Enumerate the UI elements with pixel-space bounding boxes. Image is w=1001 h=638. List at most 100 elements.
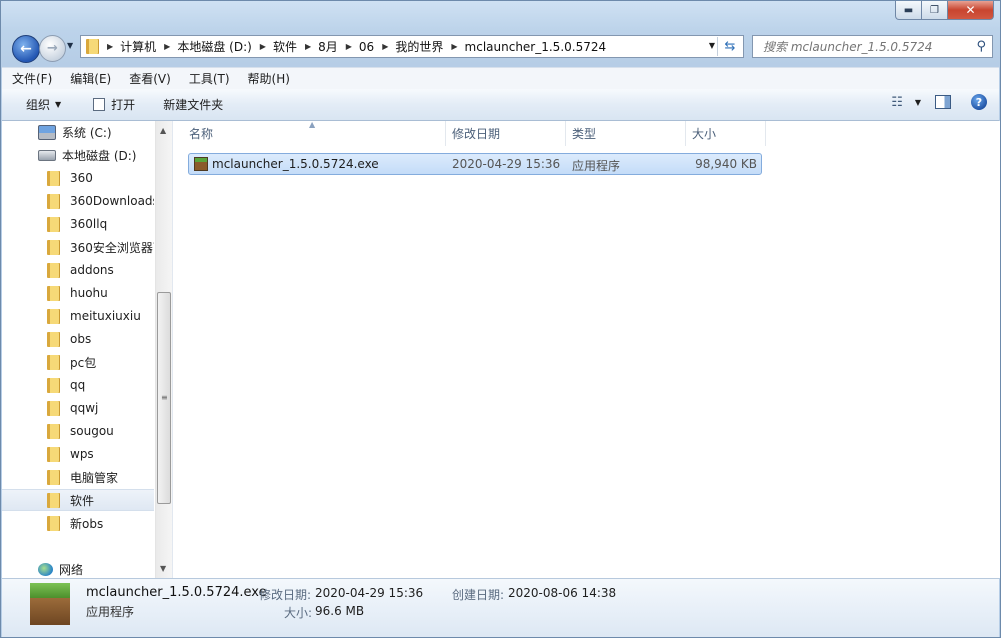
search-icon[interactable]: ⚲ — [976, 39, 986, 54]
folder-icon — [47, 492, 60, 508]
chevron-right-icon[interactable]: ▶ — [107, 42, 113, 51]
column-name-label: 名称 — [189, 127, 214, 141]
breadcrumb-mclauncher[interactable]: mclauncher_1.5.0.5724 — [465, 40, 607, 54]
folder-icon — [47, 331, 60, 347]
menu-help[interactable]: 帮助(H) — [240, 70, 298, 87]
views-dropdown-icon[interactable]: ▼ — [915, 98, 921, 107]
close-button[interactable]: ✕ — [948, 1, 994, 20]
tree-item[interactable]: wps — [2, 443, 154, 465]
column-header-type[interactable]: 类型 — [566, 121, 686, 146]
tree-item[interactable]: 软件 — [2, 489, 154, 511]
chevron-right-icon[interactable]: ▶ — [346, 42, 352, 51]
menu-view[interactable]: 查看(V) — [121, 70, 179, 87]
menu-file[interactable]: 文件(F) — [4, 70, 60, 87]
address-bar[interactable]: ▶ 计算机 ▶ 本地磁盘 (D:) ▶ 软件 ▶ 8月 ▶ 06 ▶ 我的世界 … — [80, 35, 744, 58]
tree-item-label: huohu — [70, 286, 108, 300]
forward-button[interactable]: → — [39, 35, 66, 62]
scroll-up-icon[interactable]: ▲ — [160, 126, 166, 135]
column-type-label: 类型 — [572, 127, 597, 141]
tree-item[interactable]: pc包 — [2, 351, 154, 373]
tree-item-label: 360Downloads — [70, 194, 154, 208]
tree-item-label: addons — [70, 263, 114, 277]
details-file-name: mclauncher_1.5.0.5724.exe — [86, 585, 267, 600]
address-dropdown-icon[interactable]: ▼ — [709, 41, 715, 50]
chevron-right-icon[interactable]: ▶ — [305, 42, 311, 51]
back-button[interactable]: ← — [12, 35, 40, 63]
breadcrumb-minecraft[interactable]: 我的世界 — [395, 38, 443, 55]
grip-icon: ≡ — [161, 393, 168, 402]
details-modified-label: 修改日期: — [259, 588, 312, 602]
file-type: 应用程序 — [572, 159, 621, 173]
folder-icon — [47, 377, 60, 393]
folder-icon — [47, 285, 60, 301]
minimize-button[interactable]: ▬ — [895, 1, 922, 20]
tree-item[interactable]: meituxiuxiu — [2, 305, 154, 327]
menu-edit[interactable]: 编辑(E) — [62, 70, 119, 87]
column-header-name[interactable]: 名称 ▲ — [183, 120, 446, 146]
new-folder-button[interactable]: 新建文件夹 — [153, 96, 233, 113]
breadcrumb-computer[interactable]: 计算机 — [120, 38, 156, 55]
folder-icon — [47, 170, 60, 186]
tree-item[interactable]: 360安全浏览器下载 — [2, 236, 154, 258]
search-input[interactable] — [761, 38, 965, 55]
minecraft-exe-large-icon — [30, 583, 70, 625]
scrollbar-thumb[interactable]: ≡ — [157, 292, 171, 504]
scroll-down-icon[interactable]: ▼ — [160, 564, 166, 573]
tree-item[interactable]: obs — [2, 328, 154, 350]
file-list: 名称 ▲ 修改日期 类型 大小 mclauncher_1.5.0.5724.ex… — [173, 120, 1000, 578]
tree-item[interactable]: huohu — [2, 282, 154, 304]
tree-item[interactable]: 网络 — [2, 558, 154, 578]
open-label: 打开 — [111, 98, 136, 112]
arrow-right-icon: → — [47, 41, 58, 56]
navigation-scrollbar[interactable]: ▲ ≡ ▼ — [155, 121, 172, 578]
tree-item[interactable]: 360 — [2, 167, 154, 189]
folder-icon — [86, 39, 99, 54]
tree-item[interactable]: 系统 (C:) — [2, 121, 154, 143]
chevron-right-icon[interactable]: ▶ — [451, 42, 457, 51]
caption-buttons: ▬ ❐ ✕ — [895, 1, 994, 20]
tree-item[interactable]: 电脑管家 — [2, 466, 154, 488]
tree-item-label: 本地磁盘 (D:) — [62, 148, 137, 163]
help-icon[interactable]: ? — [971, 94, 987, 110]
tree-item[interactable]: 本地磁盘 (D:) — [2, 144, 154, 166]
details-pane: mclauncher_1.5.0.5724.exe 应用程序 修改日期: 202… — [2, 578, 999, 637]
folder-icon — [47, 400, 60, 416]
refresh-icon: ⇆ — [724, 39, 736, 54]
tree-item[interactable]: 360Downloads — [2, 190, 154, 212]
recent-pages-button[interactable]: ▼ — [67, 41, 73, 50]
icon-dirt-side — [30, 598, 70, 625]
chevron-right-icon[interactable]: ▶ — [260, 42, 266, 51]
menu-tools[interactable]: 工具(T) — [181, 70, 238, 87]
tree-item[interactable]: qqwj — [2, 397, 154, 419]
breadcrumb-software[interactable]: 软件 — [273, 38, 297, 55]
breadcrumb-drive-d[interactable]: 本地磁盘 (D:) — [177, 38, 251, 55]
details-created-value: 2020-08-06 14:38 — [508, 586, 617, 600]
tree-item[interactable]: 360llq — [2, 213, 154, 235]
open-button[interactable]: 打开 — [83, 96, 145, 113]
tree-item[interactable]: 新obs — [2, 512, 154, 534]
views-icon[interactable]: ☷ — [891, 95, 903, 110]
organize-button[interactable]: 组织 ▼ — [16, 96, 71, 113]
breadcrumb-06[interactable]: 06 — [359, 40, 374, 54]
maximize-button[interactable]: ❐ — [922, 1, 948, 20]
chevron-right-icon[interactable]: ▶ — [164, 42, 170, 51]
arrow-left-icon: ← — [20, 41, 32, 57]
search-box: ⚲ — [752, 35, 993, 58]
breadcrumb-august[interactable]: 8月 — [318, 38, 338, 55]
chevron-right-icon[interactable]: ▶ — [382, 42, 388, 51]
file-modified: 2020-04-29 15:36 — [452, 157, 561, 171]
file-size: 98,940 KB — [695, 157, 757, 171]
preview-pane-icon[interactable] — [935, 95, 951, 109]
details-file-type: 应用程序 — [86, 605, 135, 619]
refresh-button[interactable]: ⇆ — [717, 37, 742, 56]
chevron-down-icon: ▼ — [67, 41, 74, 50]
tree-item-label: sougou — [70, 424, 114, 438]
tree-item[interactable]: qq — [2, 374, 154, 396]
column-header-size[interactable]: 大小 — [686, 121, 766, 146]
tree-item[interactable]: addons — [2, 259, 154, 281]
tree-item[interactable]: sougou — [2, 420, 154, 442]
new-folder-label: 新建文件夹 — [163, 98, 224, 112]
tree-item-label: 360安全浏览器下载 — [70, 240, 154, 255]
column-header-modified[interactable]: 修改日期 — [446, 121, 566, 146]
file-row[interactable]: mclauncher_1.5.0.5724.exe 2020-04-29 15:… — [188, 153, 762, 175]
